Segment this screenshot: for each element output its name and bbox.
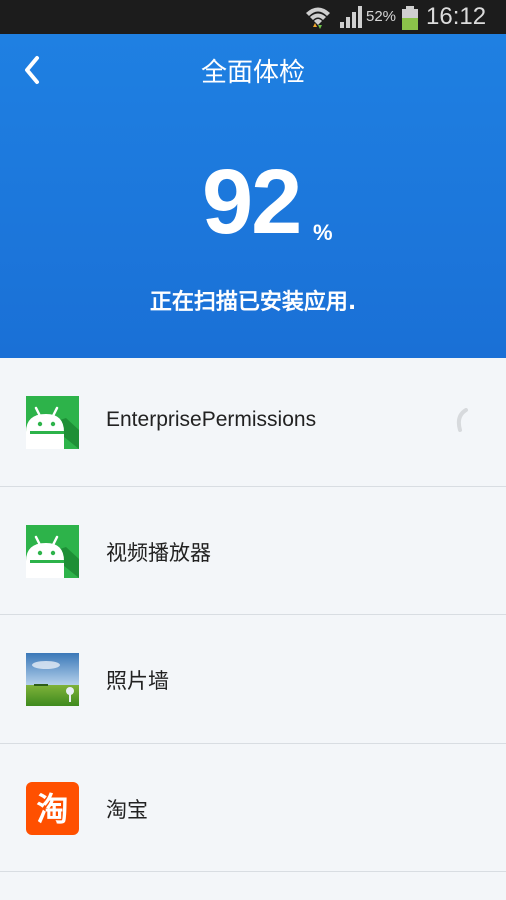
svg-text:淘: 淘 [36, 790, 68, 828]
clock: 16:12 [426, 3, 487, 30]
score-unit: % [313, 220, 333, 245]
list-item[interactable]: 淘 淘宝 [0, 743, 506, 872]
status-bar: 52% 16:12 [0, 0, 506, 34]
taobao-icon: 淘 [26, 781, 79, 835]
app-name: 视频播放器 [106, 541, 211, 565]
app-list: EnterprisePermissions 视频播放器 照片墙 淘 淘宝 [0, 358, 506, 872]
landscape-photo-icon [26, 653, 79, 706]
score-value: 92 [202, 151, 302, 253]
header: 全面体检 92 % 正在扫描已安装应用. [0, 34, 506, 358]
battery-percent: 52% [366, 8, 397, 25]
app-name: 照片墙 [106, 670, 169, 693]
loading-spinner-icon [456, 408, 468, 432]
battery-icon [402, 6, 418, 30]
wifi-icon [306, 7, 330, 29]
page-title: 全面体检 [200, 58, 305, 88]
app-name: EnterprisePermissions [106, 408, 317, 431]
list-item[interactable]: 视频播放器 [0, 486, 506, 615]
scan-status: 正在扫描已安装应用. [149, 290, 357, 315]
list-item[interactable]: 照片墙 [0, 615, 506, 744]
android-app-icon [26, 524, 79, 578]
list-item[interactable]: EnterprisePermissions [0, 358, 506, 487]
android-app-icon [26, 396, 79, 449]
app-name: 淘宝 [106, 798, 148, 822]
signal-icon [340, 6, 362, 28]
